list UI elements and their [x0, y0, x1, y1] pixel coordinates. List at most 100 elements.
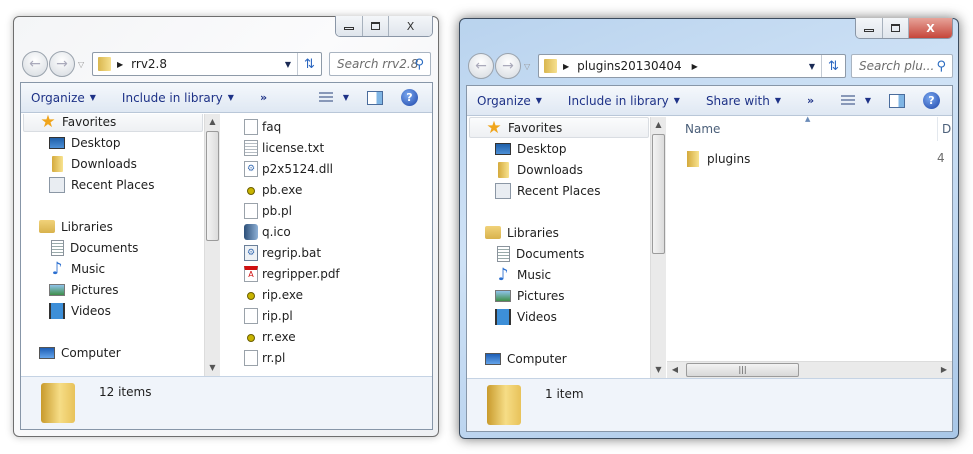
- file-item[interactable]: pb.pl: [244, 200, 292, 221]
- address-dropdown[interactable]: ▼: [803, 62, 821, 71]
- nav-item-downloads[interactable]: Downloads: [495, 159, 583, 180]
- organize-button[interactable]: Organize ▼: [21, 91, 106, 105]
- view-dropdown[interactable]: ▼: [865, 96, 871, 105]
- nav-item-recent-places[interactable]: Recent Places: [495, 180, 600, 201]
- nav-item-music[interactable]: ♪ Music: [495, 264, 552, 285]
- nav-item-pictures[interactable]: Pictures: [49, 279, 119, 300]
- nav-item-music[interactable]: ♪ Music: [49, 258, 106, 279]
- search-icon[interactable]: ⚲: [414, 57, 424, 72]
- forward-button[interactable]: →: [495, 53, 521, 79]
- organize-button[interactable]: Organize ▼: [467, 94, 552, 108]
- nav-item-desktop[interactable]: Desktop: [49, 132, 121, 153]
- nav-item-computer[interactable]: Computer: [469, 348, 649, 369]
- nav-item-libraries[interactable]: Libraries: [23, 216, 203, 237]
- desktop-icon: [495, 142, 511, 155]
- nav-item-favorites[interactable]: ★ Favorites: [23, 114, 203, 132]
- comp-icon: [39, 346, 55, 359]
- file-item[interactable]: rr.exe: [244, 326, 296, 347]
- file-name: rip.pl: [262, 308, 293, 323]
- help-button[interactable]: ?: [401, 89, 418, 106]
- help-button[interactable]: ?: [923, 92, 940, 109]
- search-input[interactable]: Search rrv2.8 ⚲: [329, 52, 431, 76]
- recent-pages-dropdown[interactable]: ▽: [78, 60, 84, 69]
- navigation-scrollbar[interactable]: ▲ ▼: [650, 117, 666, 378]
- recent-pages-dropdown[interactable]: ▽: [524, 62, 530, 71]
- nav-item-desktop[interactable]: Desktop: [495, 138, 567, 159]
- breadcrumb-item[interactable]: plugins20130404: [577, 59, 681, 73]
- back-button[interactable]: ←: [22, 51, 48, 77]
- horizontal-scrollbar[interactable]: ◀ ||| ▶: [667, 361, 952, 378]
- search-icon[interactable]: ⚲: [936, 59, 946, 74]
- file-name: q.ico: [262, 224, 291, 239]
- view-options-icon[interactable]: [840, 94, 855, 107]
- file-item[interactable]: pb.exe: [244, 179, 302, 200]
- column-header-date[interactable]: D: [937, 117, 951, 141]
- doc-icon: [497, 245, 510, 262]
- close-button[interactable]: X: [908, 18, 952, 38]
- address-bar[interactable]: ▶ plugins20130404 ▶ ▼ ⇅: [538, 54, 846, 78]
- nav-item-downloads[interactable]: Downloads: [49, 153, 137, 174]
- pic-icon: [49, 283, 65, 296]
- file-item[interactable]: q.ico: [244, 221, 291, 242]
- more-commands-button[interactable]: »: [250, 91, 277, 104]
- breadcrumb-item[interactable]: rrv2.8: [131, 57, 167, 71]
- column-header-name[interactable]: Name: [685, 117, 720, 141]
- file-item[interactable]: Aregripper.pdf: [244, 263, 340, 284]
- view-options-icon[interactable]: [318, 91, 333, 104]
- breadcrumb-arrow-icon[interactable]: ▶: [117, 60, 123, 69]
- blank-file-icon: [244, 349, 258, 366]
- exe-file-icon: [244, 287, 258, 303]
- file-item[interactable]: rip.pl: [244, 305, 293, 326]
- close-button[interactable]: X: [388, 16, 432, 36]
- nav-item-pictures[interactable]: Pictures: [495, 285, 565, 306]
- breadcrumb-arrow-icon[interactable]: ▶: [692, 62, 698, 71]
- maximize-button[interactable]: [362, 16, 388, 36]
- include-in-library-button[interactable]: Include in library ▼: [112, 91, 244, 105]
- file-item[interactable]: plugins: [687, 148, 750, 169]
- refresh-button[interactable]: ⇅: [297, 53, 321, 75]
- share-with-button[interactable]: Share with ▼: [696, 94, 791, 108]
- nav-item-label: Desktop: [517, 141, 567, 156]
- txt-file-icon: [244, 139, 258, 156]
- doc-icon: [51, 239, 64, 256]
- refresh-button[interactable]: ⇅: [821, 55, 845, 77]
- file-item[interactable]: rr.pl: [244, 347, 285, 368]
- minimize-button[interactable]: [336, 16, 362, 36]
- nav-item-documents[interactable]: Documents: [49, 237, 138, 258]
- include-in-library-button[interactable]: Include in library ▼: [558, 94, 690, 108]
- scroll-down-icon: ▼: [655, 365, 662, 374]
- file-name: pb.pl: [262, 203, 292, 218]
- search-input[interactable]: Search plu... ⚲: [851, 54, 953, 78]
- nav-item-label: Libraries: [507, 225, 559, 240]
- nav-item-recent-places[interactable]: Recent Places: [49, 174, 154, 195]
- address-bar[interactable]: ▶ rrv2.8 ▼ ⇅: [92, 52, 322, 76]
- nav-item-computer[interactable]: Computer: [23, 342, 203, 363]
- preview-pane-button[interactable]: [889, 93, 905, 108]
- chevron-down-icon: ▼: [774, 96, 781, 105]
- file-item[interactable]: ⚙ p2x5124.dll: [244, 158, 333, 179]
- file-item[interactable]: rip.exe: [244, 284, 303, 305]
- more-commands-button[interactable]: »: [797, 94, 824, 107]
- navigation-scrollbar[interactable]: ▲ ▼: [204, 114, 220, 376]
- file-item[interactable]: faq: [244, 116, 281, 137]
- nav-item-documents[interactable]: Documents: [495, 243, 584, 264]
- nav-item-label: Computer: [507, 351, 567, 366]
- file-item[interactable]: ⚙ regrip.bat: [244, 242, 321, 263]
- breadcrumb-arrow-icon[interactable]: ▶: [563, 62, 569, 71]
- preview-pane-button[interactable]: [367, 90, 383, 105]
- nav-item-videos[interactable]: Videos: [49, 300, 111, 321]
- maximize-button[interactable]: [882, 18, 908, 38]
- nav-item-libraries[interactable]: Libraries: [469, 222, 649, 243]
- forward-button[interactable]: →: [49, 51, 75, 77]
- nav-item-label: Pictures: [517, 288, 565, 303]
- folder-icon: [544, 59, 557, 73]
- address-dropdown[interactable]: ▼: [279, 60, 297, 69]
- nav-item-videos[interactable]: Videos: [495, 306, 557, 327]
- file-name: license.txt: [262, 140, 325, 155]
- nav-item-favorites[interactable]: ★ Favorites: [469, 117, 649, 138]
- back-button[interactable]: ←: [468, 53, 494, 79]
- file-item[interactable]: license.txt: [244, 137, 324, 158]
- minimize-button[interactable]: [856, 18, 882, 38]
- file-list: faq license.txt ⚙ p2x5124.dll pb.exe pb.pl q.i…: [221, 114, 432, 376]
- view-dropdown[interactable]: ▼: [343, 93, 349, 102]
